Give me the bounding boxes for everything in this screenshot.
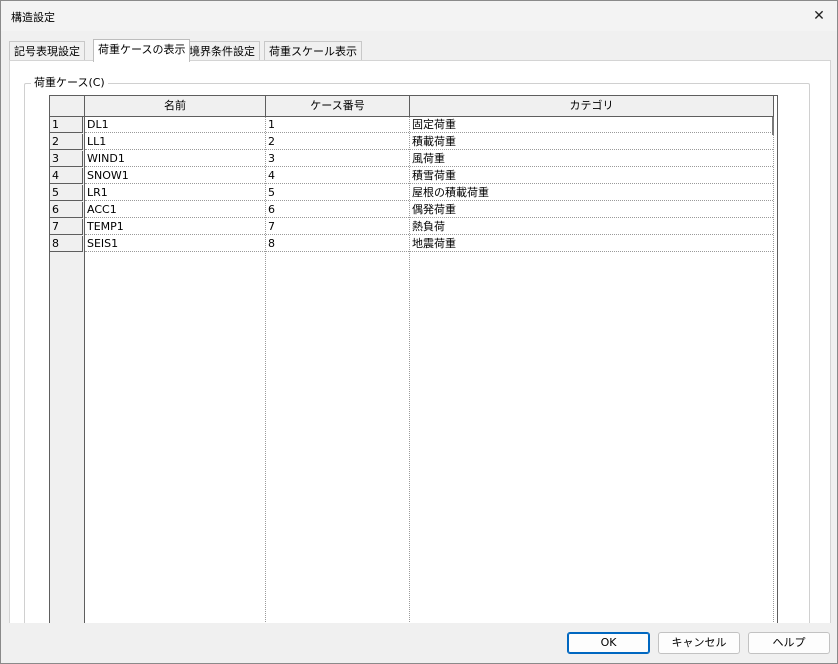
row-index[interactable]: 8: [50, 236, 83, 252]
row-index[interactable]: 3: [50, 151, 83, 167]
title-bar: 構造設定 ✕: [1, 1, 837, 31]
cell-category[interactable]: 積載荷重: [410, 134, 773, 150]
row-index[interactable]: 1: [50, 117, 83, 133]
table-row[interactable]: 3 WIND1 3 風荷重: [50, 151, 774, 168]
scrollbar-thumb[interactable]: [772, 117, 774, 135]
cell-case-number[interactable]: 2: [266, 134, 409, 150]
cell-category[interactable]: 熱負荷: [410, 219, 773, 235]
cell-case-number[interactable]: 8: [266, 236, 409, 252]
table-row[interactable]: 5 LR1 5 屋根の積載荷重: [50, 185, 774, 202]
ok-button[interactable]: OK: [567, 632, 650, 654]
cell-category[interactable]: 積雪荷重: [410, 168, 773, 184]
cell-name[interactable]: DL1: [85, 117, 265, 133]
column-header-case-number[interactable]: ケース番号: [266, 96, 410, 117]
cell-case-number[interactable]: 1: [266, 117, 409, 133]
tab-boundary-conditions[interactable]: 境界条件設定: [184, 41, 260, 61]
table-row[interactable]: 1 DL1 1 固定荷重: [50, 117, 774, 134]
row-index[interactable]: 7: [50, 219, 83, 235]
row-index[interactable]: 2: [50, 134, 83, 150]
dialog-window: 構造設定 ✕ 記号表現設定 荷重ケースの表示 境界条件設定 荷重スケール表示 荷…: [0, 0, 838, 664]
load-case-table[interactable]: 名前 ケース番号 カテゴリ 1 DL1 1 固定荷重 2 LL1 2 積載荷重 …: [49, 95, 778, 624]
load-case-group-label: 荷重ケース(C): [31, 74, 108, 90]
column-header-name[interactable]: 名前: [85, 96, 266, 117]
close-icon[interactable]: ✕: [809, 6, 829, 26]
table-row[interactable]: 2 LL1 2 積載荷重: [50, 134, 774, 151]
cell-case-number[interactable]: 4: [266, 168, 409, 184]
table-row[interactable]: 6 ACC1 6 偶発荷重: [50, 202, 774, 219]
table-corner[interactable]: [50, 96, 85, 117]
cell-name[interactable]: TEMP1: [85, 219, 265, 235]
table-row[interactable]: 7 TEMP1 7 熱負荷: [50, 219, 774, 236]
tab-load-scale-display[interactable]: 荷重スケール表示: [264, 41, 362, 61]
cell-name[interactable]: ACC1: [85, 202, 265, 218]
cell-name[interactable]: WIND1: [85, 151, 265, 167]
tab-panel: 荷重ケース(C) 名前 ケース番号 カテゴリ 1 DL1 1 固定荷重 2 LL…: [9, 60, 831, 625]
cancel-button[interactable]: キャンセル: [658, 632, 740, 654]
tab-symbol-settings[interactable]: 記号表現設定: [9, 41, 85, 61]
cell-category[interactable]: 地震荷重: [410, 236, 773, 252]
cell-case-number[interactable]: 3: [266, 151, 409, 167]
vertical-scrollbar[interactable]: [770, 117, 776, 624]
cell-name[interactable]: LL1: [85, 134, 265, 150]
window-title: 構造設定: [11, 11, 55, 24]
cell-name[interactable]: SNOW1: [85, 168, 265, 184]
cell-category[interactable]: 固定荷重: [410, 117, 773, 133]
dialog-footer: OK キャンセル ヘルプ: [1, 623, 837, 663]
cell-case-number[interactable]: 6: [266, 202, 409, 218]
cell-name[interactable]: LR1: [85, 185, 265, 201]
cell-case-number[interactable]: 7: [266, 219, 409, 235]
cell-category[interactable]: 屋根の積載荷重: [410, 185, 773, 201]
tab-strip: 記号表現設定 荷重ケースの表示 境界条件設定 荷重スケール表示: [9, 39, 829, 62]
table-row[interactable]: 4 SNOW1 4 積雪荷重: [50, 168, 774, 185]
cell-name[interactable]: SEIS1: [85, 236, 265, 252]
row-index[interactable]: 4: [50, 168, 83, 184]
table-row[interactable]: 8 SEIS1 8 地震荷重: [50, 236, 774, 253]
cell-category[interactable]: 風荷重: [410, 151, 773, 167]
tab-load-case-display[interactable]: 荷重ケースの表示: [93, 39, 191, 62]
row-index[interactable]: 6: [50, 202, 83, 218]
cell-case-number[interactable]: 5: [266, 185, 409, 201]
help-button[interactable]: ヘルプ: [748, 632, 830, 654]
cell-category[interactable]: 偶発荷重: [410, 202, 773, 218]
column-header-category[interactable]: カテゴリ: [410, 96, 774, 117]
row-index[interactable]: 5: [50, 185, 83, 201]
